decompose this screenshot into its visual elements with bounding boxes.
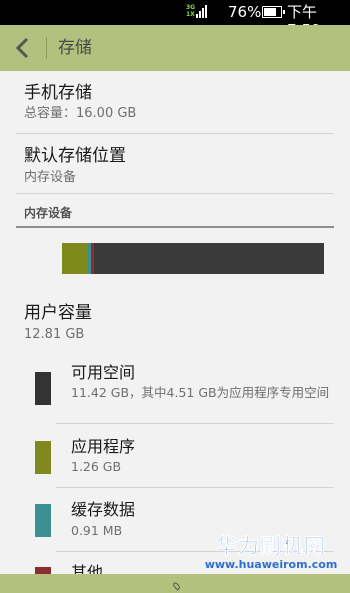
section-rule — [16, 226, 334, 228]
battery-percent: 76% — [228, 3, 262, 21]
legend-swatch — [35, 441, 51, 474]
action-bar-divider — [46, 37, 47, 59]
divider — [56, 487, 334, 488]
legend-subtitle: 1.26 GB — [71, 459, 122, 474]
legend-subtitle: 0.91 MB — [71, 523, 123, 538]
legend-swatch — [35, 504, 51, 537]
section-header-internal: 内存设备 — [24, 206, 73, 220]
signal-icon — [196, 5, 207, 18]
battery-icon — [262, 6, 285, 18]
watermark-url: www.huaweirom.com — [204, 558, 338, 571]
action-bar: 存储 — [0, 25, 350, 71]
user-capacity-title: 用户容量 — [24, 303, 92, 323]
usage-segment — [62, 243, 88, 274]
phone-storage-title: 手机存储 — [24, 83, 92, 103]
location-pin-icon — [171, 581, 182, 591]
chevron-left-icon[interactable] — [10, 35, 38, 61]
phone-storage-total: 总容量：16.00 GB — [24, 106, 137, 121]
user-capacity-value: 12.81 GB — [24, 327, 85, 342]
divider — [16, 133, 334, 134]
watermark: 华为刷机网 www.huaweirom.com — [196, 534, 346, 571]
storage-usage-bar — [62, 243, 324, 274]
default-location-value: 内存设备 — [24, 170, 77, 185]
legend-title: 可用空间 — [71, 363, 136, 382]
watermark-name: 华为刷机网 — [216, 534, 326, 559]
divider — [56, 423, 334, 424]
usage-segment — [93, 243, 324, 274]
page-title: 存储 — [58, 38, 92, 58]
divider — [16, 193, 334, 194]
legend-title: 缓存数据 — [71, 500, 136, 519]
legend-subtitle: 11.42 GB，其中4.51 GB为应用程序专用空间 — [71, 385, 330, 400]
legend-swatch — [35, 372, 51, 405]
network-type-label: 3G 1X — [186, 4, 196, 18]
legend-title: 应用程序 — [71, 437, 136, 456]
bottom-bar — [0, 574, 350, 593]
status-bar: 3G1X 76% 下午7:59 — [0, 0, 350, 39]
default-location-title: 默认存储位置 — [24, 146, 126, 166]
